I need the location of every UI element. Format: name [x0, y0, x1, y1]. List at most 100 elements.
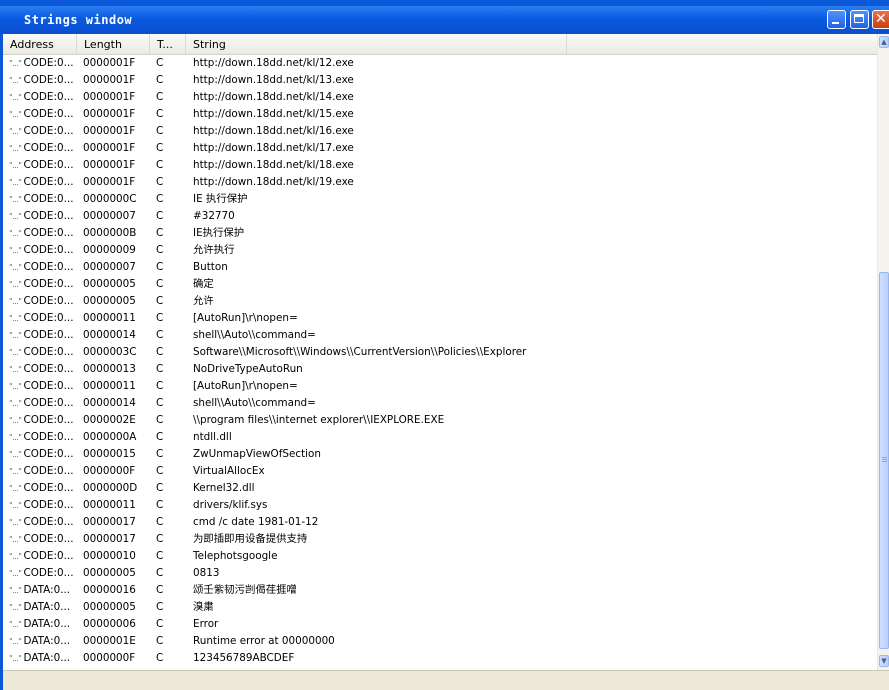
table-row[interactable]: "..." CODE:0... 00000011 C [AutoRun]\r\nopen… — [3, 310, 877, 327]
table-row[interactable]: "..." CODE:0... 00000015 C ZwUnmapViewOfSect… — [3, 446, 877, 463]
address-text: CODE:0... — [23, 516, 74, 528]
table-row[interactable]: "..." CODE:0... 0000001F Chttp://down.18dd.… — [3, 89, 877, 106]
table-row[interactable]: "..." DATA:0... 00000005 C 溴粛 — [3, 599, 877, 616]
address-cell: "..." CODE:0... — [9, 55, 79, 72]
scroll-up-arrow-icon[interactable]: ▲ — [879, 36, 889, 48]
string-cell: shell\\Auto\\command= — [193, 329, 316, 341]
table-row[interactable]: "..." CODE:0... 00000017 C 为即插即用设备提供支持 — [3, 531, 877, 548]
address-text: CODE:0... — [23, 414, 74, 426]
string-cell: \\program files\\internet explorer\\IEXP… — [193, 414, 445, 426]
table-row[interactable]: "..." DATA:0... 0000001E C Runtime error at … — [3, 633, 877, 650]
string-literal-icon: "..." — [9, 603, 22, 612]
string-literal-icon: "..." — [9, 229, 22, 238]
address-cell: "..." CODE:0... — [9, 208, 79, 225]
table-row[interactable]: "..." CODE:0... 0000000C C IE 执行保护 — [3, 191, 877, 208]
address-text: CODE:0... — [23, 533, 74, 545]
table-row[interactable]: "..." CODE:0... 0000001F Chttp://down.18dd.… — [3, 123, 877, 140]
address-cell: "..." CODE:0... — [9, 89, 79, 106]
table-row[interactable]: "..." CODE:0... 00000007 C #32770 — [3, 208, 877, 225]
column-header-length[interactable]: Length — [77, 34, 150, 54]
length-cell: 00000005 — [83, 278, 136, 290]
table-row[interactable]: "..." CODE:0... 0000001F Chttp://down.18dd.… — [3, 157, 877, 174]
length-cell: 0000001F — [83, 125, 136, 137]
address-cell: "..." CODE:0... — [9, 225, 79, 242]
string-cell: Kernel32.dll — [193, 482, 255, 494]
string-cell: Telephotsgoogle — [193, 550, 278, 562]
table-row[interactable]: "..." CODE:0... 0000002E C \\program files\\… — [3, 412, 877, 429]
address-cell: "..." CODE:0... — [9, 531, 79, 548]
length-cell: 00000017 — [83, 516, 136, 528]
table-row[interactable]: "..." CODE:0... 00000017 Ccmd /c date 1981-… — [3, 514, 877, 531]
table-row[interactable]: "..." CODE:0... 0000001F Chttp://down.18dd.… — [3, 140, 877, 157]
length-cell: 00000014 — [83, 329, 136, 341]
length-cell: 00000005 — [83, 567, 136, 579]
type-cell: C — [156, 618, 164, 630]
address-text: CODE:0... — [23, 142, 74, 154]
table-row[interactable]: "..." CODE:0... 0000000A Cntdll.dll — [3, 429, 877, 446]
table-row[interactable]: "..." CODE:0... 00000011 Cdrivers/klif.sys — [3, 497, 877, 514]
string-literal-icon: "..." — [9, 263, 22, 272]
table-row[interactable]: "..." DATA:0... 0000000F C 123456789ABCDEF — [3, 650, 877, 667]
type-cell: C — [156, 465, 164, 477]
type-cell: C — [156, 261, 164, 273]
strings-list-view: Address Length T... String "..." CODE:0..… — [3, 34, 889, 670]
table-row[interactable]: "..." CODE:0... 00000007 C Button — [3, 259, 877, 276]
table-row[interactable]: "..." CODE:0... 0000000F C VirtualAllocEx — [3, 463, 877, 480]
length-cell: 00000011 — [83, 380, 136, 392]
length-cell: 0000000F — [83, 652, 136, 664]
minimize-button[interactable] — [827, 10, 846, 29]
table-row[interactable]: "..." CODE:0... 00000005 C 允许 — [3, 293, 877, 310]
string-cell: ntdll.dll — [193, 431, 232, 443]
type-cell: C — [156, 431, 164, 443]
type-cell: C — [156, 295, 164, 307]
address-cell: "..." CODE:0... — [9, 412, 79, 429]
table-row[interactable]: "..." CODE:0... 00000005 C 0813 — [3, 565, 877, 582]
type-cell: C — [156, 74, 164, 86]
table-row[interactable]: "..." CODE:0... 0000000B C IE执行保护 — [3, 225, 877, 242]
table-row[interactable]: "..." CODE:0... 00000014 Cshell\\Auto\\comm… — [3, 395, 877, 412]
type-cell: C — [156, 346, 164, 358]
table-row[interactable]: "..." CODE:0... 0000001F Chttp://down.18dd.… — [3, 72, 877, 89]
scroll-down-arrow-icon[interactable]: ▼ — [879, 655, 889, 667]
address-text: CODE:0... — [23, 431, 74, 443]
table-row[interactable]: "..." CODE:0... 00000010 C Telephotsgoogle — [3, 548, 877, 565]
table-row[interactable]: "..." CODE:0... 0000001F Chttp://down.18dd.… — [3, 174, 877, 191]
address-cell: "..." CODE:0... — [9, 548, 79, 565]
string-literal-icon: "..." — [9, 348, 22, 357]
table-row[interactable]: "..." CODE:0... 00000014 Cshell\\Auto\\comm… — [3, 327, 877, 344]
table-row[interactable]: "..." CODE:0... 00000013 C NoDriveTypeAutoRu… — [3, 361, 877, 378]
string-literal-icon: "..." — [9, 110, 22, 119]
address-text: CODE:0... — [23, 329, 74, 341]
address-cell: "..." CODE:0... — [9, 429, 79, 446]
table-row[interactable]: "..." CODE:0... 0000001F Chttp://down.18dd.… — [3, 106, 877, 123]
length-cell: 0000000C — [83, 193, 137, 205]
table-row[interactable]: "..." CODE:0... 0000001F Chttp://down.18dd.… — [3, 55, 877, 72]
table-row[interactable]: "..." CODE:0... 0000000D C Kernel32.dll — [3, 480, 877, 497]
length-cell: 0000002E — [83, 414, 136, 426]
string-cell: http://down.18dd.net/kl/13.exe — [193, 74, 354, 86]
length-cell: 0000001F — [83, 57, 136, 69]
address-cell: "..." CODE:0... — [9, 140, 79, 157]
vertical-scrollbar[interactable]: ▲ ▼ — [877, 34, 889, 670]
scrollbar-thumb[interactable] — [879, 272, 889, 649]
close-button[interactable]: ✕ — [872, 10, 889, 29]
title-bar[interactable]: Strings window ✕ — [0, 6, 889, 34]
address-text: CODE:0... — [23, 74, 74, 86]
column-header-type[interactable]: T... — [150, 34, 186, 54]
table-row[interactable]: "..." CODE:0... 00000005 C 确定 — [3, 276, 877, 293]
table-row[interactable]: "..." CODE:0... 00000009 C 允许执行 — [3, 242, 877, 259]
type-cell: C — [156, 91, 164, 103]
column-header-address[interactable]: Address — [3, 34, 77, 54]
column-header-string[interactable]: String — [186, 34, 567, 54]
length-cell: 0000000B — [83, 227, 137, 239]
table-row[interactable]: "..." CODE:0... 00000011 C [AutoRun]\r\nopen… — [3, 378, 877, 395]
table-row[interactable]: "..." DATA:0... 00000006 C Error — [3, 616, 877, 633]
table-row[interactable]: "..." DATA:0... 00000016 C 颂壬紫韧污剀偈荏捱噌 — [3, 582, 877, 599]
type-cell: C — [156, 329, 164, 341]
table-row[interactable]: "..." CODE:0... 0000003C C Software\\Microso… — [3, 344, 877, 361]
string-cell: IE执行保护 — [193, 227, 245, 239]
address-cell: "..." CODE:0... — [9, 242, 79, 259]
maximize-button[interactable] — [850, 10, 869, 29]
length-cell: 00000011 — [83, 499, 136, 511]
string-cell: [AutoRun]\r\nopen= — [193, 380, 298, 392]
